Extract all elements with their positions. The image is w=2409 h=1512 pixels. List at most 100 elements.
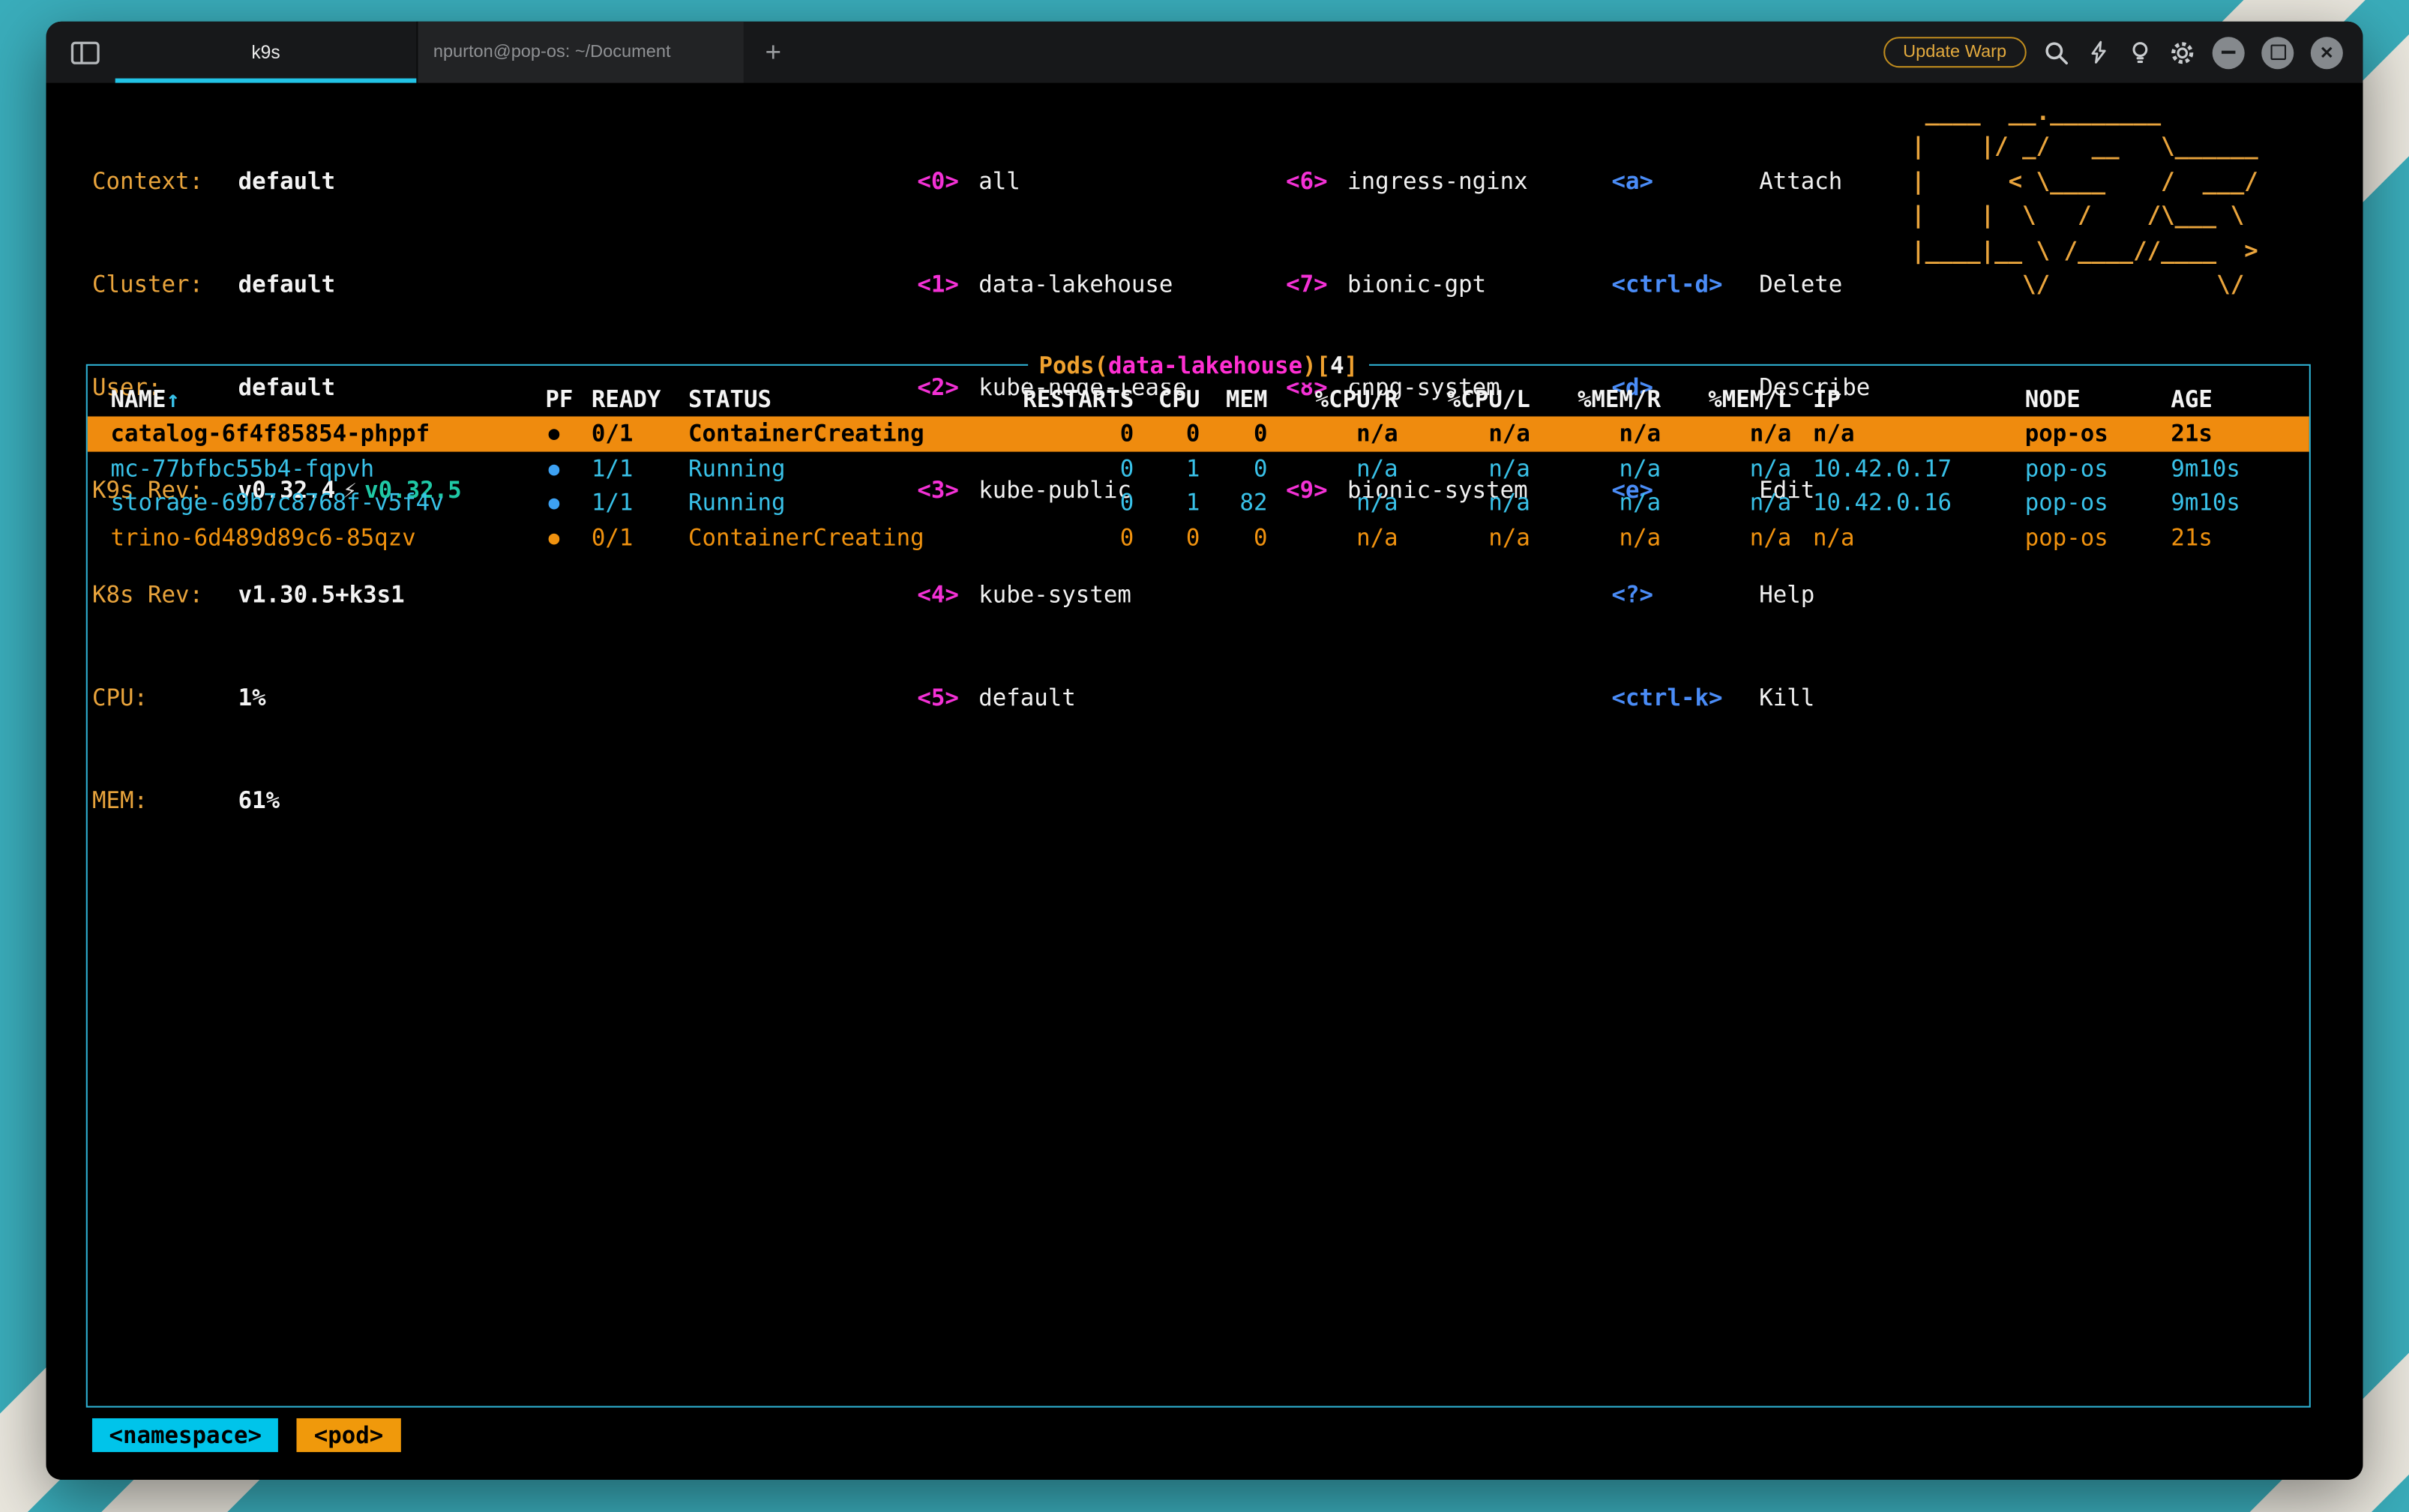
warp-ai-bolt-icon[interactable]	[2087, 40, 2111, 64]
maximize-button[interactable]	[2261, 36, 2294, 68]
cell-mem: 0	[1200, 520, 1267, 555]
hotkey: <6>	[1286, 164, 1347, 199]
tab-list-icon[interactable]	[70, 40, 100, 64]
cell-restarts: 0	[1011, 451, 1134, 486]
col-node[interactable]: NODE	[2003, 382, 2150, 417]
namespace-hotkey[interactable]: <1>data-lakehouse	[917, 268, 1187, 302]
cell-status: Running	[688, 486, 1011, 520]
cell-cpu-r: n/a	[1268, 417, 1398, 451]
pod-crumb[interactable]: <pod>	[297, 1418, 400, 1452]
cell-pf-dot: ●	[545, 520, 591, 555]
new-tab-button[interactable]: +	[765, 38, 781, 66]
tab-label: k9s	[251, 41, 280, 63]
col-mem-r[interactable]: %MEM/R	[1530, 382, 1661, 417]
hotkey-label: Delete	[1759, 271, 1842, 298]
update-warp-button[interactable]: Update Warp	[1883, 37, 2027, 67]
k9s-logo: ____ __.________ | |/ _/ __ \______ | < …	[1911, 95, 2258, 302]
command-hotkey[interactable]: <ctrl-d>Delete	[1612, 268, 1871, 302]
namespace-hotkey[interactable]: <0>all	[917, 164, 1187, 199]
settings-gear-icon[interactable]	[2169, 39, 2195, 65]
cell-age: 21s	[2150, 417, 2309, 451]
cell-pf-dot: ●	[545, 417, 591, 451]
cell-mem-r: n/a	[1530, 451, 1661, 486]
table-header-row: NAME↑ PF READY STATUS RESTARTS CPU MEM %…	[88, 382, 2309, 417]
cell-cpu-l: n/a	[1398, 417, 1530, 451]
col-restarts[interactable]: RESTARTS	[1011, 382, 1134, 417]
cell-mem-l: n/a	[1661, 417, 1791, 451]
cell-pf-dot: ●	[545, 486, 591, 520]
col-cpu-l[interactable]: %CPU/L	[1398, 382, 1530, 417]
col-status[interactable]: STATUS	[688, 382, 1011, 417]
col-name[interactable]: NAME↑	[111, 382, 546, 417]
tips-lightbulb-icon[interactable]	[2128, 40, 2153, 64]
maximize-icon	[2270, 44, 2285, 59]
col-ip[interactable]: IP	[1791, 382, 2003, 417]
cell-name: storage-69b7c8768f-v5f4v	[111, 486, 546, 520]
namespace-hotkey[interactable]: <7>bionic-gpt	[1286, 268, 1528, 302]
hotkey: <0>	[917, 164, 978, 199]
minimize-button[interactable]	[2213, 36, 2245, 68]
cell-cpu: 0	[1134, 417, 1200, 451]
info-value: default	[238, 167, 336, 195]
info-row: Cluster:default	[92, 268, 462, 302]
hotkey: <7>	[1286, 268, 1347, 302]
tab-bar: k9s npurton@pop-os: ~/Document + Update …	[46, 22, 2363, 83]
title-namespace: data-lakehouse	[1108, 352, 1302, 379]
col-cpu[interactable]: CPU	[1134, 382, 1200, 417]
hotkey-label: Attach	[1759, 167, 1842, 195]
cell-age: 9m10s	[2150, 451, 2309, 486]
table-row[interactable]: storage-69b7c8768f-v5f4v ● 1/1 Running 0…	[88, 486, 2309, 520]
cell-cpu-l: n/a	[1398, 486, 1530, 520]
cell-node: pop-os	[2003, 417, 2150, 451]
pods-panel: Pods(data-lakehouse)[4] NAME↑ PF READY S…	[86, 364, 2311, 1408]
info-row: Context:default	[92, 164, 462, 199]
cell-node: pop-os	[2003, 520, 2150, 555]
cell-status: ContainerCreating	[688, 417, 1011, 451]
warp-terminal-window: k9s npurton@pop-os: ~/Document + Update …	[46, 22, 2363, 1480]
info-value: default	[238, 271, 336, 298]
col-mem-l[interactable]: %MEM/L	[1661, 382, 1791, 417]
cell-ready: 1/1	[592, 451, 688, 486]
cell-age: 9m10s	[2150, 486, 2309, 520]
cell-mem-l: n/a	[1661, 451, 1791, 486]
namespace-crumb[interactable]: <namespace>	[92, 1418, 279, 1452]
cell-cpu-l: n/a	[1398, 520, 1530, 555]
col-age[interactable]: AGE	[2150, 382, 2309, 417]
close-button[interactable]: ✕	[2311, 36, 2343, 68]
title-bracket: ]	[1344, 352, 1359, 379]
sort-asc-icon: ↑	[166, 385, 181, 413]
table-row-selected[interactable]: catalog-6f4f85854-phppf ● 0/1 ContainerC…	[88, 417, 2309, 451]
tab-shell[interactable]: npurton@pop-os: ~/Document	[416, 22, 743, 83]
cell-ready: 1/1	[592, 486, 688, 520]
cell-pf-dot: ●	[545, 451, 591, 486]
desktop-wallpaper: k9s npurton@pop-os: ~/Document + Update …	[0, 0, 2409, 1512]
title-count: 4	[1330, 352, 1344, 379]
col-mem[interactable]: MEM	[1200, 382, 1267, 417]
cell-cpu: 0	[1134, 520, 1200, 555]
cell-ip: 10.42.0.16	[1791, 486, 2003, 520]
col-pf[interactable]: PF	[545, 382, 591, 417]
cell-ip: n/a	[1791, 520, 2003, 555]
cell-mem-r: n/a	[1530, 520, 1661, 555]
cell-name: mc-77bfbc55b4-fqpvh	[111, 451, 546, 486]
cell-restarts: 0	[1011, 486, 1134, 520]
terminal-content[interactable]: Context:default Cluster:default User:def…	[46, 83, 2363, 1480]
table-row[interactable]: trino-6d489d89c6-85qzv ● 0/1 ContainerCr…	[88, 520, 2309, 555]
tab-k9s[interactable]: k9s	[115, 22, 417, 83]
table-row[interactable]: mc-77bfbc55b4-fqpvh ● 1/1 Running 0 1 0 …	[88, 451, 2309, 486]
tab-label: npurton@pop-os: ~/Document	[433, 43, 671, 61]
command-hotkey[interactable]: <a>Attach	[1612, 164, 1871, 199]
cell-name: catalog-6f4f85854-phppf	[111, 417, 546, 451]
namespace-hotkey[interactable]: <6>ingress-nginx	[1286, 164, 1528, 199]
cell-name: trino-6d489d89c6-85qzv	[111, 520, 546, 555]
cell-ip: n/a	[1791, 417, 2003, 451]
cell-ready: 0/1	[592, 520, 688, 555]
hotkey-label: data-lakehouse	[978, 271, 1173, 298]
title-bracket: )[	[1302, 352, 1330, 379]
col-cpu-r[interactable]: %CPU/R	[1268, 382, 1398, 417]
search-icon[interactable]	[2043, 39, 2069, 65]
hotkey: <a>	[1612, 164, 1760, 199]
cell-cpu: 1	[1134, 451, 1200, 486]
col-ready[interactable]: READY	[592, 382, 688, 417]
hotkey-label: ingress-nginx	[1347, 167, 1528, 195]
